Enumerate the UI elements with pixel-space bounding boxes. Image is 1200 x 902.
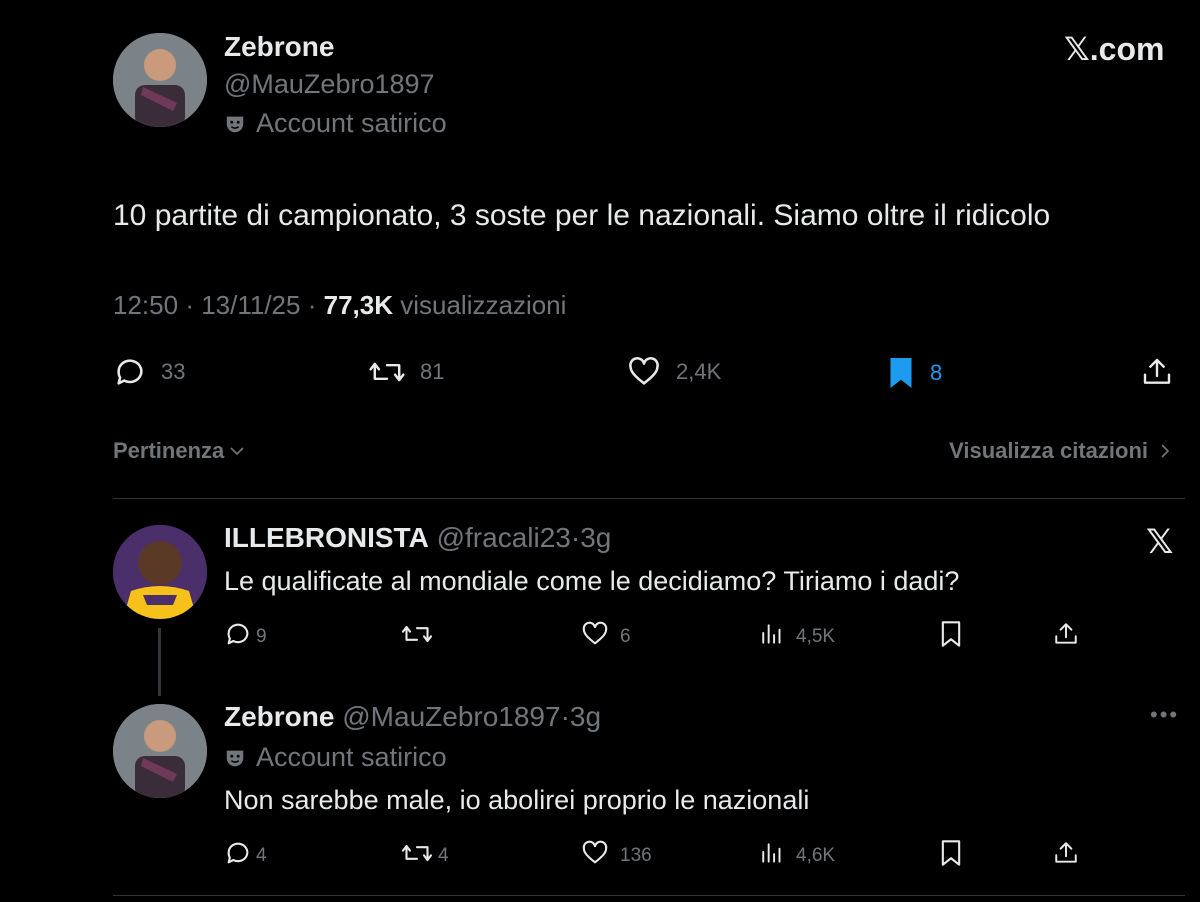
tweet-text: 10 partite di campionato, 3 soste per le…	[113, 199, 1051, 232]
share-button[interactable]	[1053, 839, 1079, 873]
tweet-meta: 12:50 · 13/11/25 · 77,3K visualizzazioni	[113, 290, 566, 321]
sort-dropdown[interactable]: Pertinenza	[113, 438, 246, 464]
share-icon	[1141, 355, 1173, 389]
meta-separator: ·	[307, 290, 324, 320]
reply-author-avatar[interactable]	[113, 704, 207, 798]
views-count: 77,3K	[323, 290, 393, 320]
view-quotes-label: Visualizza citazioni	[949, 438, 1148, 463]
like-count: 2,4K	[676, 359, 722, 384]
reply-header: ILLEBRONISTA @fracali23·3g	[224, 522, 611, 554]
satire-label: Account satirico	[224, 108, 447, 139]
views-button[interactable]: 4,6K	[760, 839, 835, 873]
satire-label: Account satirico	[224, 742, 447, 773]
reply-author-handle[interactable]: @fracali23	[437, 522, 571, 553]
reply-button[interactable]: 9	[224, 620, 267, 654]
meta-separator: ·	[570, 522, 581, 553]
like-count: 6	[620, 626, 631, 647]
reply-button[interactable]: 33	[113, 355, 185, 389]
bar-chart-icon	[760, 620, 786, 654]
heart-icon	[626, 355, 662, 389]
bookmark-count: 8	[930, 360, 943, 385]
satire-label-text: Account satirico	[256, 742, 447, 772]
reply-count: 9	[256, 626, 267, 647]
repost-button[interactable]	[400, 620, 444, 654]
bar-chart-icon	[760, 839, 786, 873]
reply-button[interactable]: 4	[224, 839, 267, 873]
views-count: 4,5K	[796, 626, 836, 647]
bookmark-icon	[938, 620, 964, 654]
repost-count: 4	[438, 845, 449, 866]
chevron-right-icon	[1158, 442, 1172, 460]
more-options-icon[interactable]: •••	[1150, 702, 1179, 728]
reply-age[interactable]: 3g	[570, 701, 601, 732]
repost-button[interactable]: 81	[368, 355, 444, 389]
bookmark-button[interactable]: 8	[886, 355, 942, 391]
reply-text: Le qualificate al mondiale come le decid…	[224, 566, 960, 596]
reply-author-handle[interactable]: @MauZebro1897	[342, 701, 560, 732]
repost-icon	[368, 355, 406, 389]
repost-count: 81	[420, 359, 445, 384]
view-quotes-link[interactable]: Visualizza citazioni	[949, 438, 1172, 464]
satire-label-text: Account satirico	[256, 108, 447, 138]
reply-header: Zebrone @MauZebro1897·3g	[224, 701, 601, 733]
share-icon	[1053, 620, 1079, 654]
x-com-logo: 𝕏.com	[1064, 31, 1165, 67]
reply-text: Non sarebbe male, io abolirei proprio le…	[224, 785, 810, 815]
meta-separator: ·	[185, 290, 202, 320]
reply-author-name[interactable]: Zebrone	[224, 701, 334, 732]
author-name[interactable]: Zebrone	[224, 31, 334, 63]
tweet-date[interactable]: 13/11/25	[201, 290, 300, 320]
repost-icon	[400, 620, 434, 654]
reply-author-avatar[interactable]	[113, 525, 207, 619]
like-button[interactable]: 2,4K	[626, 355, 721, 389]
divider	[113, 895, 1185, 896]
like-count: 136	[620, 845, 652, 866]
thread-line	[158, 628, 161, 696]
heart-icon	[580, 620, 610, 654]
bookmark-icon	[886, 355, 916, 391]
reply-icon	[224, 620, 252, 654]
reply-count: 4	[256, 845, 267, 866]
like-button[interactable]: 6	[580, 620, 631, 654]
reply-author-name[interactable]: ILLEBRONISTA	[224, 522, 429, 553]
share-button[interactable]	[1141, 355, 1173, 389]
bookmark-icon	[938, 839, 964, 873]
x-logo-icon: 𝕏	[1146, 523, 1174, 561]
theater-mask-icon	[224, 747, 246, 769]
reply-age[interactable]: 3g	[580, 522, 611, 553]
author-handle[interactable]: @MauZebro1897	[224, 69, 435, 100]
heart-icon	[580, 839, 610, 873]
theater-mask-icon	[224, 113, 246, 135]
sort-label: Pertinenza	[113, 438, 225, 463]
views-button[interactable]: 4,5K	[760, 620, 835, 654]
like-button[interactable]: 136	[580, 839, 652, 873]
reply-icon	[224, 839, 252, 873]
reply-count: 33	[161, 359, 186, 384]
chevron-down-icon	[228, 442, 246, 460]
bookmark-button[interactable]	[938, 839, 964, 873]
share-icon	[1053, 839, 1079, 873]
views-label: visualizzazioni	[400, 290, 567, 320]
repost-button[interactable]: 4	[400, 839, 449, 873]
meta-separator: ·	[560, 701, 570, 732]
reply-icon	[113, 355, 147, 389]
views-count: 4,6K	[796, 845, 836, 866]
share-button[interactable]	[1053, 620, 1079, 654]
bookmark-button[interactable]	[938, 620, 964, 654]
tweet-time[interactable]: 12:50	[113, 290, 178, 320]
author-avatar[interactable]	[113, 33, 207, 127]
divider	[113, 498, 1185, 499]
repost-icon	[400, 839, 434, 873]
